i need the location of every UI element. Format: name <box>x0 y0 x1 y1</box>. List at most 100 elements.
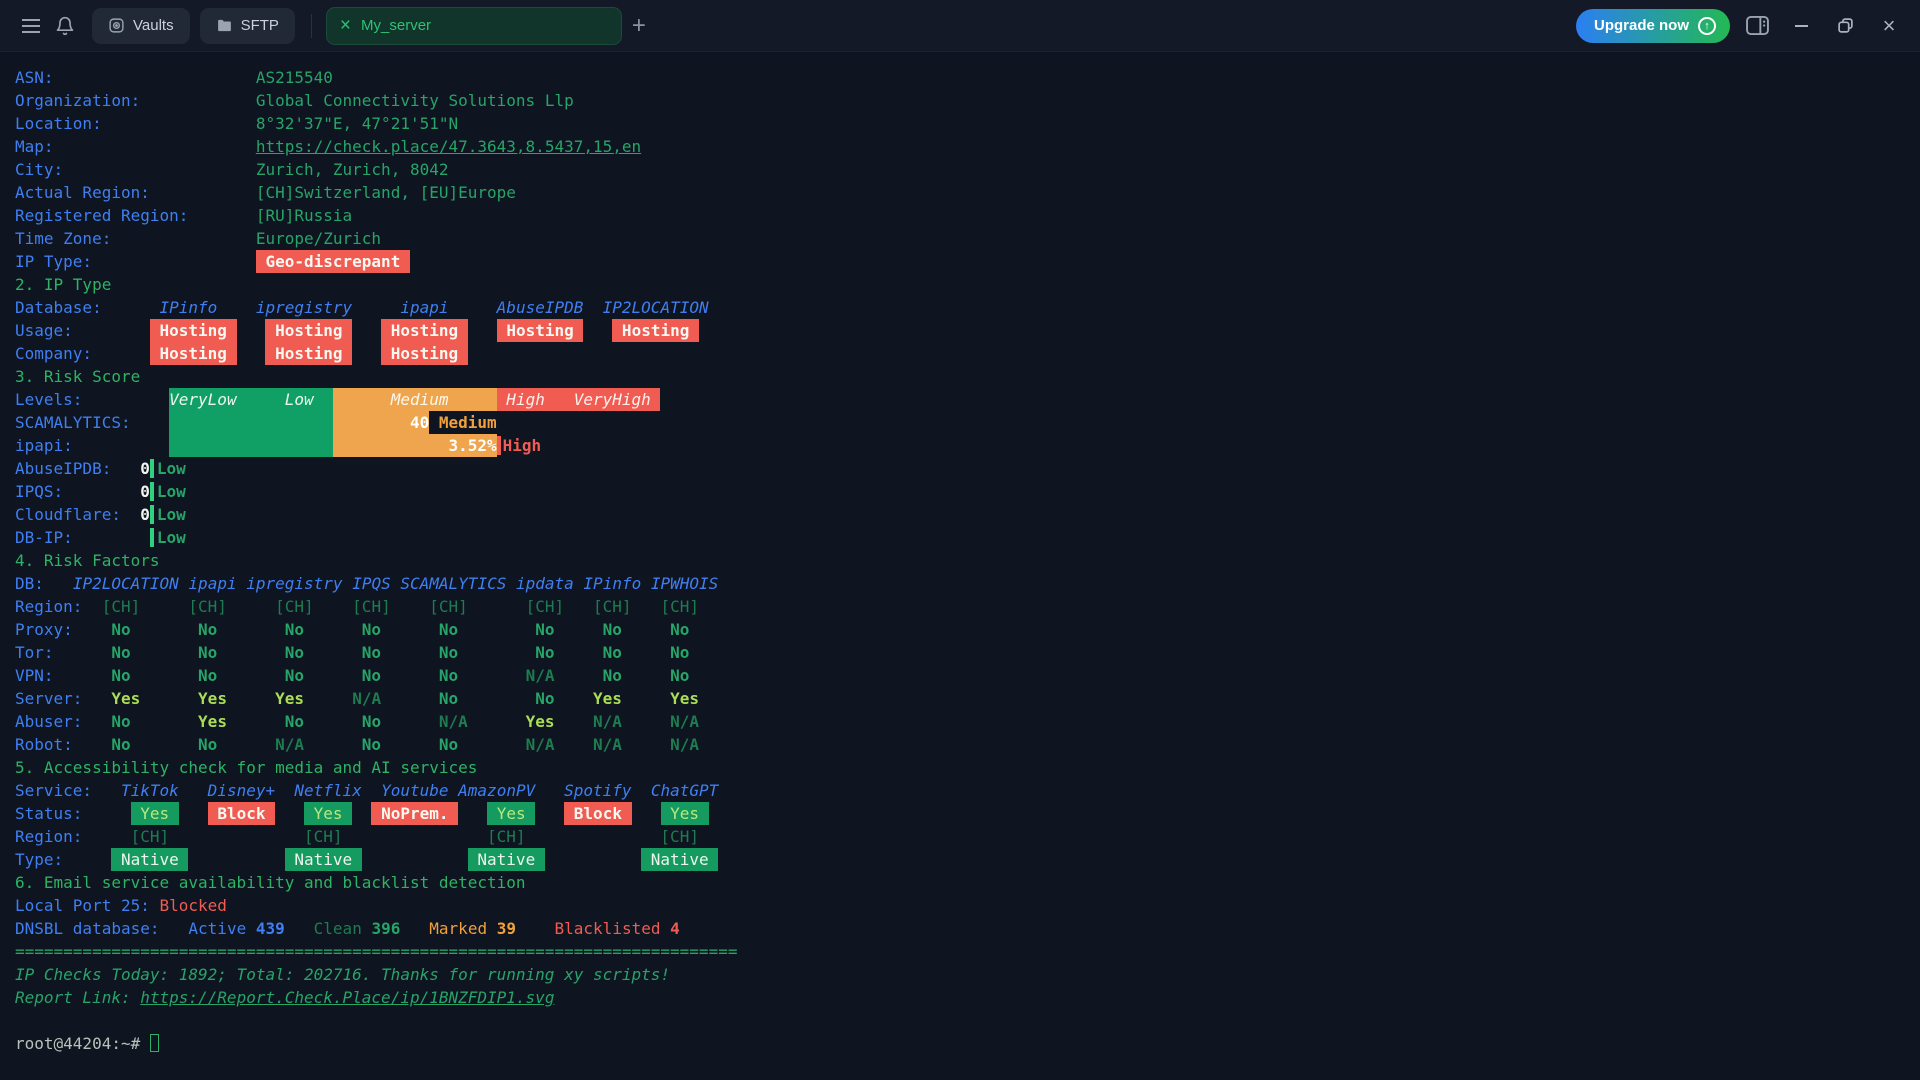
sftp-button[interactable]: SFTP <box>200 8 295 44</box>
terminal-text: No <box>439 643 458 662</box>
terminal-link[interactable]: https://Report.Check.Place/ip/1BNZFDIP1.… <box>140 988 554 1007</box>
terminal-text: No <box>362 643 381 662</box>
hamburger-icon <box>22 25 40 27</box>
terminal-text: Yes <box>526 712 555 731</box>
terminal-text: ipregistry <box>246 574 342 593</box>
close-tab-icon[interactable]: × <box>340 16 351 35</box>
terminal-text: Usage: <box>15 321 73 340</box>
terminal-text: Yes <box>275 689 304 708</box>
terminal-line: SCAMALYTICS: 40 Medium <box>15 411 1920 434</box>
terminal-text: Youtube <box>381 781 448 800</box>
terminal-line: IPQS: 0Low <box>15 480 1920 503</box>
terminal-text: DB: <box>15 574 44 593</box>
terminal-text: N/A <box>352 689 381 708</box>
terminal-output[interactable]: ASN: AS215540Organization: Global Connec… <box>0 53 1920 1080</box>
terminal-text: No <box>362 712 381 731</box>
terminal-text: No <box>362 620 381 639</box>
terminal-text: 0 <box>140 459 150 478</box>
terminal-text: Server: <box>15 689 82 708</box>
terminal-text: AbuseIPDB: <box>15 459 111 478</box>
maximize-button[interactable] <box>1828 9 1862 43</box>
terminal-text: No <box>285 712 304 731</box>
score-bar-tick <box>497 436 501 455</box>
terminal-text: No <box>111 620 130 639</box>
terminal-text: Clean <box>314 919 362 938</box>
terminal-text: Yes <box>111 689 140 708</box>
terminal-text: Hosting <box>381 319 468 342</box>
terminal-line: Status: Yes Block Yes NoPrem. Yes Block … <box>15 802 1920 825</box>
terminal-text: IP Checks Today: 1892; Total: 202716. Th… <box>15 965 670 984</box>
terminal-text: IPinfo <box>160 298 218 317</box>
terminal-text: NoPrem. <box>371 802 458 825</box>
terminal-text: [CH] <box>660 597 699 616</box>
terminal-text: Region: <box>15 827 82 846</box>
close-button[interactable]: × <box>1872 9 1906 43</box>
terminal-text: Local Port 25: <box>15 896 150 915</box>
terminal-text: Low <box>157 528 186 547</box>
folder-icon <box>216 17 233 34</box>
terminal-line: Organization: Global Connectivity Soluti… <box>15 89 1920 112</box>
terminal-line: Levels: VeryLow Low Medium High VeryHigh <box>15 388 1920 411</box>
terminal-text: ipdata <box>516 574 574 593</box>
terminal-cursor <box>150 1034 159 1052</box>
terminal-text: IPQS <box>352 574 391 593</box>
terminal-text: Hosting <box>612 319 699 342</box>
terminal-text: 439 <box>256 919 285 938</box>
terminal-text: No <box>198 735 217 754</box>
terminal-text: ipapi <box>188 574 236 593</box>
terminal-text: VeryLow Low <box>169 388 333 411</box>
terminal-text: Low <box>157 482 186 501</box>
terminal-text: [CH] <box>526 597 565 616</box>
notifications-button[interactable] <box>48 9 82 43</box>
terminal-text: Zurich, Zurich, 8042 <box>256 160 449 179</box>
tab-my-server[interactable]: × My_server <box>326 7 622 45</box>
terminal-text: Hosting <box>381 342 468 365</box>
terminal-line: 3. Risk Score <box>15 365 1920 388</box>
terminal-line: Type: Native Native Native Native <box>15 848 1920 871</box>
new-tab-button[interactable]: + <box>632 14 646 38</box>
sidebar-toggle-button[interactable] <box>1740 9 1774 43</box>
terminal-text: Yes <box>304 802 352 825</box>
menu-button[interactable] <box>14 9 48 43</box>
terminal-text: Proxy: <box>15 620 73 639</box>
terminal-text: No <box>111 712 130 731</box>
terminal-text: 5. Accessibility check for media and AI … <box>15 758 477 777</box>
terminal-text: Abuser: <box>15 712 82 731</box>
topbar-right: Upgrade now ↑ × <box>1576 9 1906 43</box>
terminal-text: City: <box>15 160 63 179</box>
terminal-line: Time Zone: Europe/Zurich <box>15 227 1920 250</box>
terminal-text: VPN: <box>15 666 54 685</box>
minimize-button[interactable] <box>1784 9 1818 43</box>
terminal-line: City: Zurich, Zurich, 8042 <box>15 158 1920 181</box>
terminal-text: root@44204:~# <box>15 1034 150 1053</box>
terminal-text: 40 <box>333 411 429 434</box>
terminal-line: Server: Yes Yes Yes N/A No No Yes Yes <box>15 687 1920 710</box>
terminal-text: Levels: <box>15 390 82 409</box>
terminal-text: Netflix <box>294 781 361 800</box>
terminal-text: Low <box>157 459 186 478</box>
terminal-text: No <box>535 643 554 662</box>
score-bar-tick <box>150 505 154 524</box>
sftp-label: SFTP <box>241 17 279 34</box>
topbar: Vaults SFTP × My_server + Upgrade now ↑ … <box>0 0 1920 52</box>
terminal-text: Time Zone: <box>15 229 111 248</box>
terminal-text: Organization: <box>15 91 140 110</box>
terminal-text: No <box>535 620 554 639</box>
terminal-line: AbuseIPDB: 0 Low <box>15 457 1920 480</box>
vaults-button[interactable]: Vaults <box>92 8 190 44</box>
terminal-text: No <box>670 666 689 685</box>
terminal-text: No <box>362 735 381 754</box>
terminal-text: Actual Region: <box>15 183 150 202</box>
terminal-text: 2. IP Type <box>15 275 111 294</box>
terminal-text: Yes <box>670 689 699 708</box>
upgrade-button[interactable]: Upgrade now ↑ <box>1576 9 1730 43</box>
terminal-text: No <box>198 643 217 662</box>
terminal-text: No <box>111 666 130 685</box>
terminal-line: Proxy: No No No No No No No No <box>15 618 1920 641</box>
terminal-link[interactable]: https://check.place/47.3643,8.5437,15,en <box>256 137 641 156</box>
terminal-text: [CH] <box>487 827 526 846</box>
terminal-text: [RU]Russia <box>256 206 352 225</box>
terminal-text: Hosting <box>150 342 237 365</box>
terminal-text: SCAMALYTICS <box>400 574 506 593</box>
terminal-text: Cloudflare: <box>15 505 121 524</box>
